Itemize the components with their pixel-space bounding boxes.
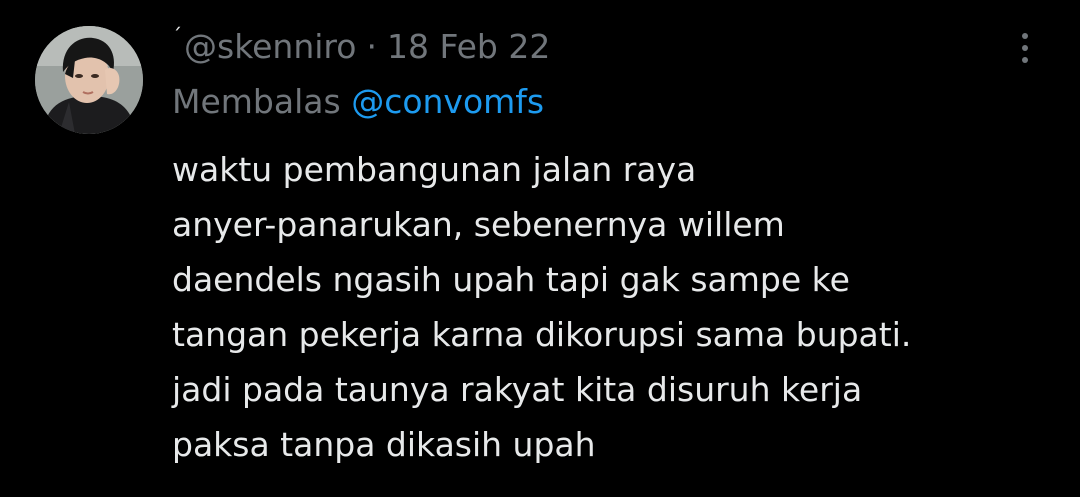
tweet-content: ˊ @skenniro · 18 Feb 22 Membalas @convom… <box>172 24 1032 472</box>
reply-context: Membalas @convomfs <box>172 82 1032 126</box>
reply-mention-link[interactable]: @convomfs <box>351 82 544 121</box>
tweet-text: waktu pembangunan jalan raya anyer-panar… <box>172 150 912 464</box>
avatar-image <box>35 26 143 134</box>
reply-prefix: Membalas <box>172 82 341 121</box>
tweet-header: ˊ @skenniro · 18 Feb 22 <box>172 24 1032 68</box>
more-options-button[interactable] <box>1008 28 1042 68</box>
tweet[interactable]: ˊ @skenniro · 18 Feb 22 Membalas @convom… <box>0 0 1080 497</box>
user-handle[interactable]: @skenniro <box>184 27 356 66</box>
avatar[interactable] <box>35 26 143 134</box>
more-vertical-icon-dot <box>1022 57 1028 63</box>
tweet-date[interactable]: 18 Feb 22 <box>387 27 550 66</box>
separator-dot: · <box>366 26 377 66</box>
more-vertical-icon-dot <box>1022 45 1028 51</box>
display-name[interactable]: ˊ <box>172 24 182 48</box>
more-vertical-icon <box>1022 33 1028 39</box>
